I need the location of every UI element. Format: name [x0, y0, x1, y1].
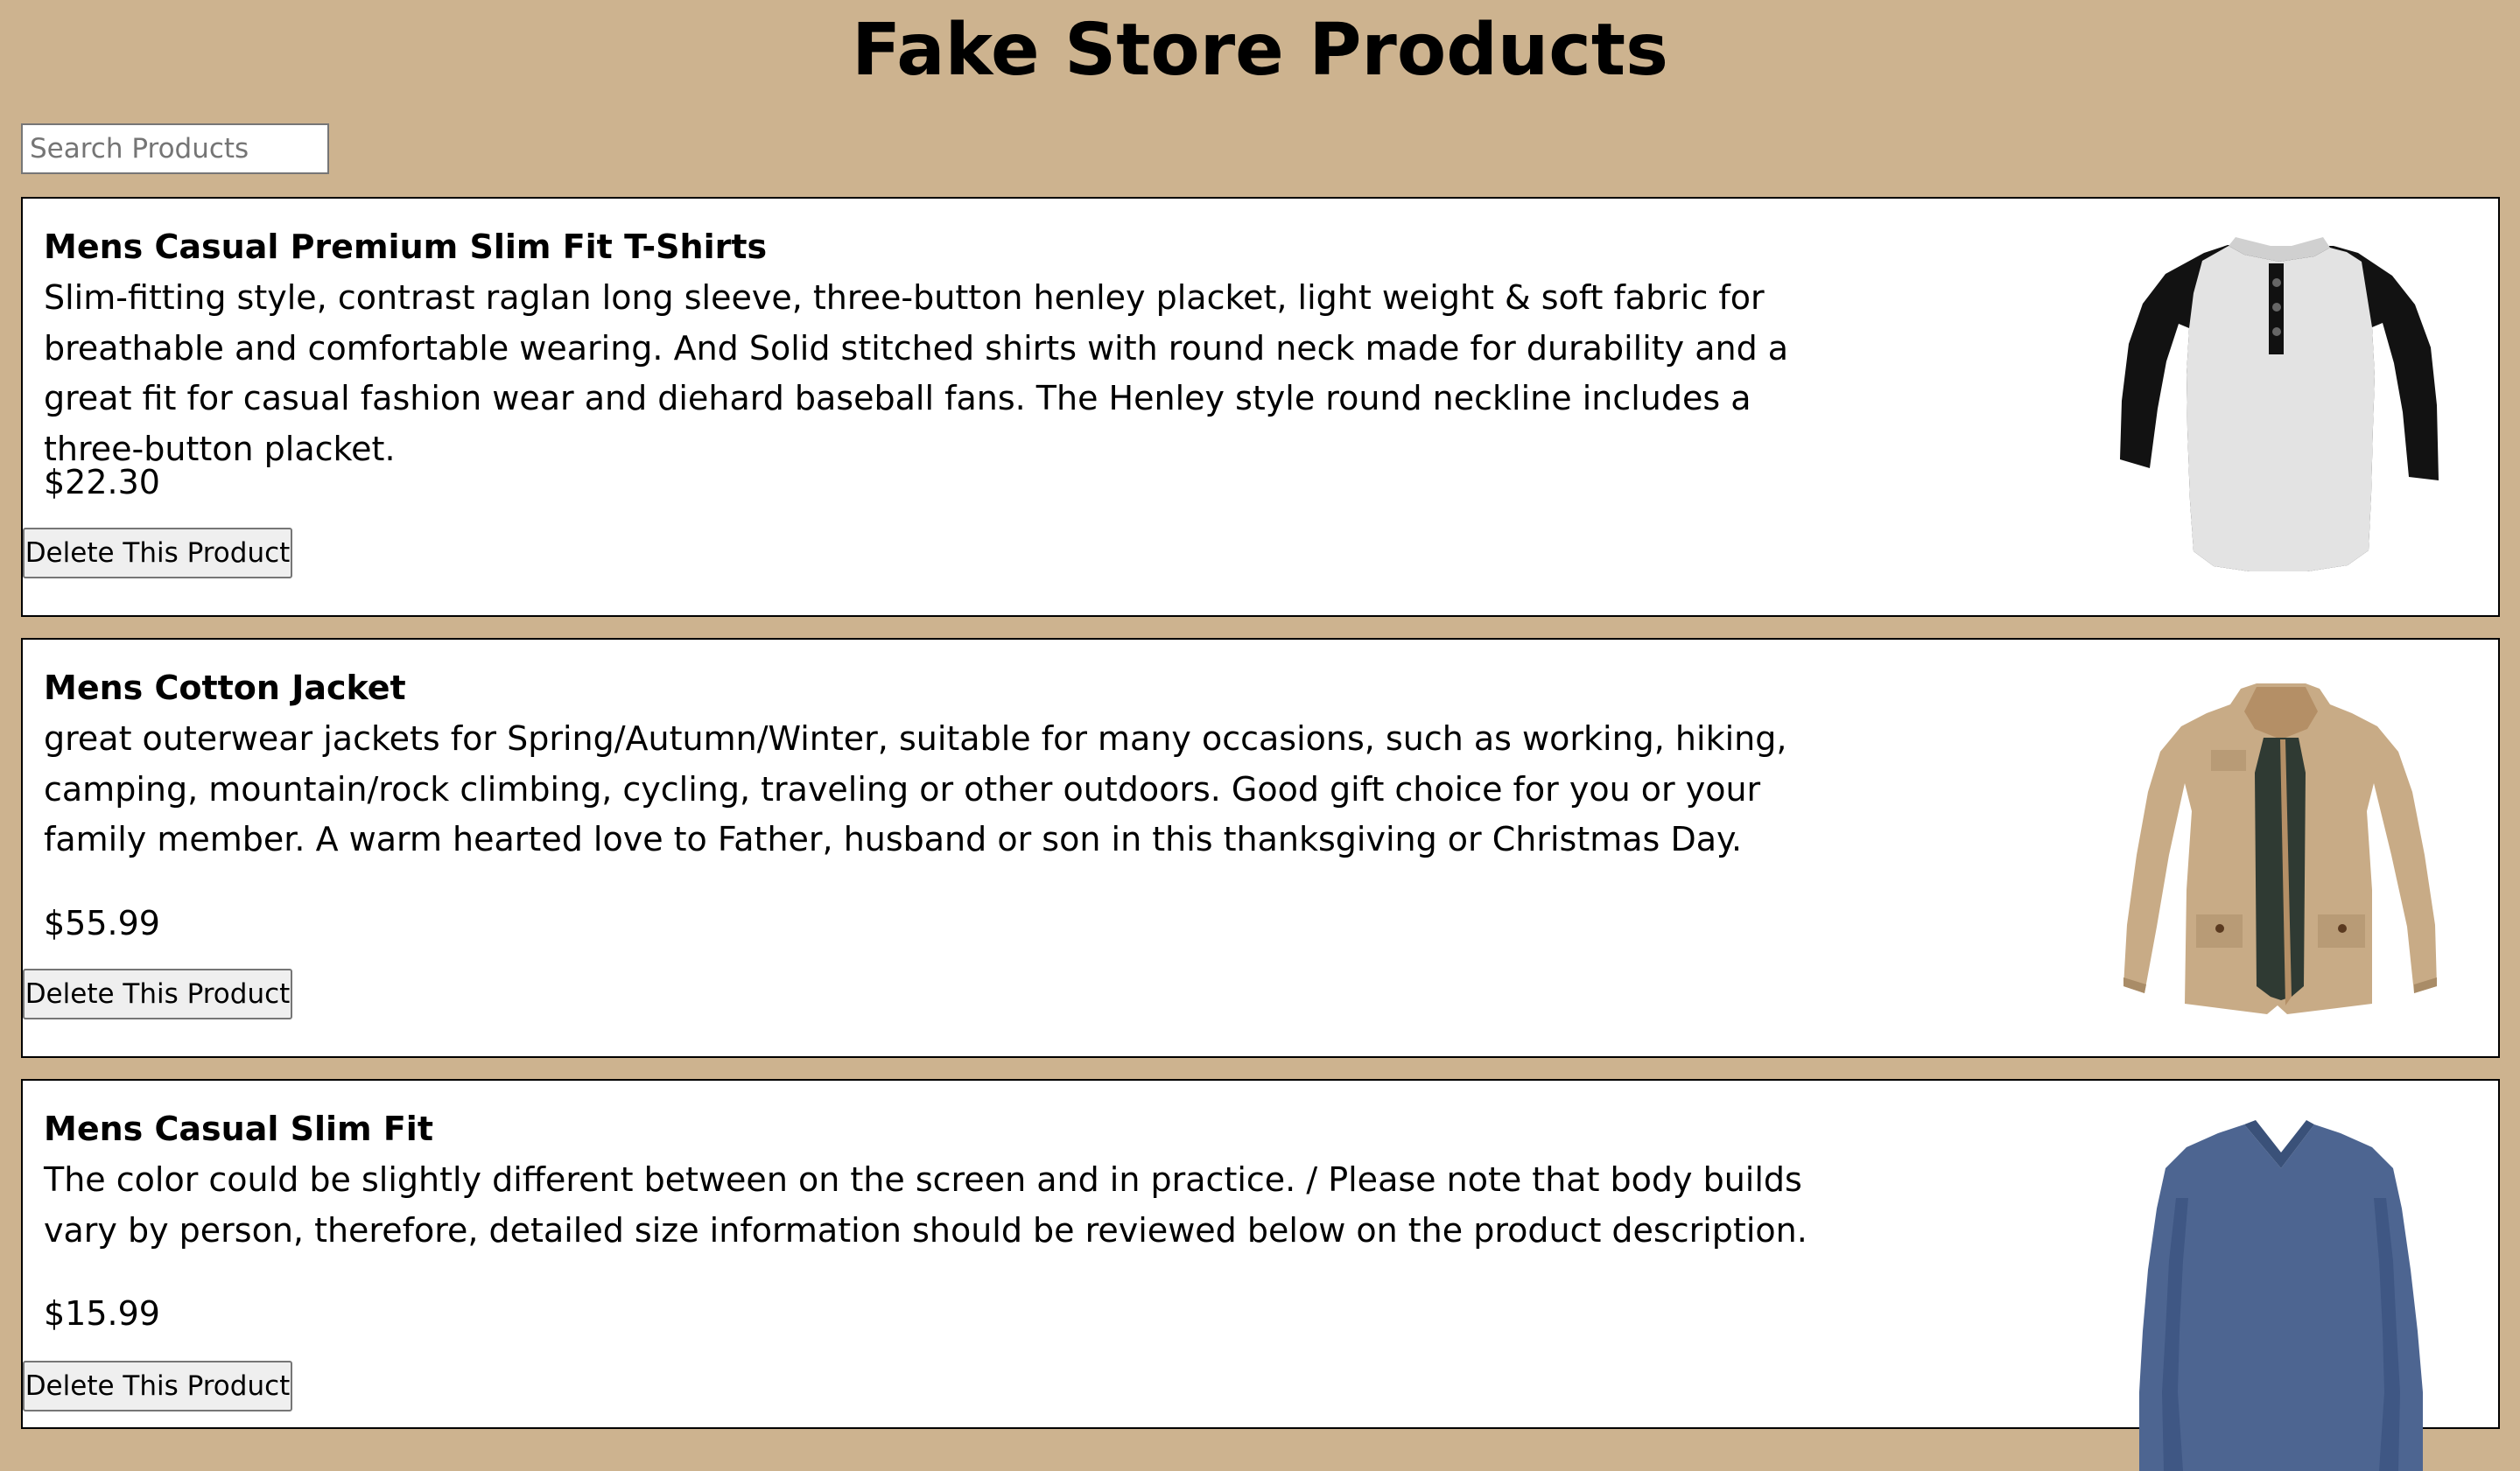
product-price: $15.99 [44, 1294, 160, 1333]
raglan-henley-shirt-image [2106, 221, 2456, 589]
product-card: Mens Casual Premium Slim Fit T-Shirts Sl… [21, 197, 2500, 617]
product-price: $55.99 [44, 904, 160, 942]
product-description: The color could be slightly different be… [44, 1160, 1808, 1250]
delete-product-button[interactable]: Delete This Product [23, 528, 292, 578]
product-title: Mens Casual Premium Slim Fit T-Shirts [44, 228, 768, 266]
product-title: Mens Cotton Jacket [44, 669, 406, 707]
khaki-cotton-jacket-image [2106, 662, 2456, 1030]
search-input[interactable] [21, 123, 329, 174]
product-description: great outerwear jackets for Spring/Autum… [44, 719, 1787, 858]
product-card: Mens Cotton Jacket great outerwear jacke… [21, 638, 2500, 1058]
page-title: Fake Store Products [852, 9, 1668, 92]
delete-product-button[interactable]: Delete This Product [23, 1361, 292, 1411]
product-description: Slim-fitting style, contrast raglan long… [44, 278, 1789, 468]
delete-product-button[interactable]: Delete This Product [23, 969, 292, 1019]
product-card: Mens Casual Slim Fit The color could be … [21, 1079, 2500, 1471]
product-price: $22.30 [44, 463, 160, 501]
product-title: Mens Casual Slim Fit [44, 1110, 433, 1148]
blue-long-sleeve-shirt-image [2106, 1103, 2456, 1471]
